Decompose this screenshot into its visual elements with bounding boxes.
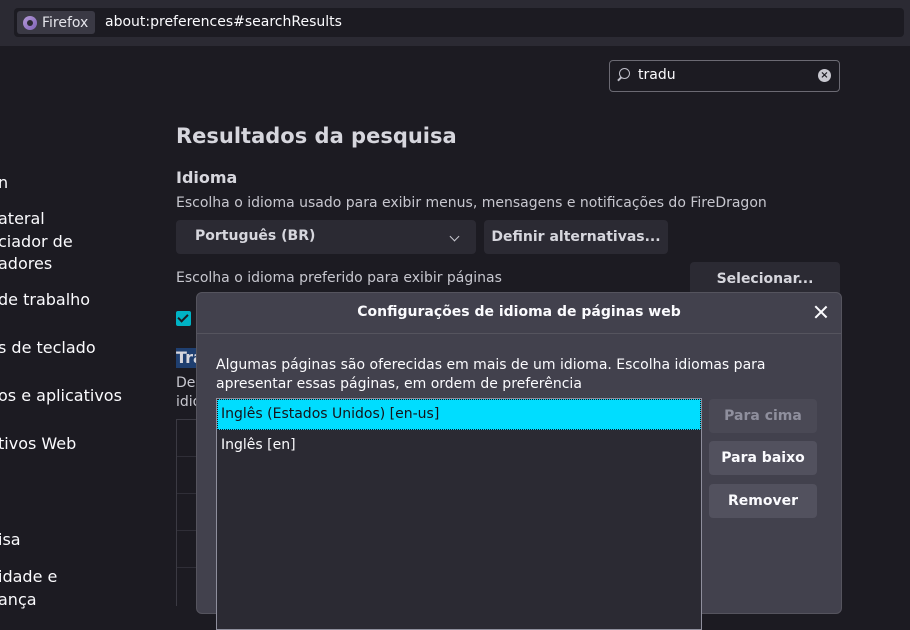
sidebar-item-workspaces[interactable]: de trabalho [0, 289, 90, 311]
sidebar-item-privacy[interactable]: idade e [0, 566, 57, 588]
checkbox-checked[interactable] [176, 311, 191, 326]
firefox-icon [23, 15, 37, 30]
set-alternatives-button[interactable]: Definir alternativas... [484, 220, 668, 254]
language-select-value: Português (BR) [195, 228, 316, 244]
clear-search-icon[interactable]: × [818, 69, 831, 82]
sidebar-item-tab-manager[interactable]: ciador de [0, 231, 73, 253]
sidebar-item-privacy-2[interactable]: ança [0, 589, 37, 611]
pages-language-description: Escolha o idioma preferido para exibir p… [176, 270, 502, 286]
dialog-description: Algumas páginas são oferecidas em mais d… [216, 357, 766, 392]
sidebar-item-keyboard-shortcuts[interactable]: s de teclado [0, 337, 96, 359]
dialog-title: Configurações de idioma de páginas web [357, 304, 681, 320]
remove-button[interactable]: Remover [709, 484, 817, 518]
page-title: Resultados da pesquisa [176, 124, 457, 148]
move-down-button[interactable]: Para baixo [709, 441, 817, 475]
url-field[interactable]: Firefox about:preferences#searchResults [14, 8, 904, 37]
sidebar-item-search[interactable]: isa [0, 529, 21, 551]
translation-desc-fragment-2: idio [176, 394, 196, 410]
identity-box[interactable]: Firefox [17, 11, 96, 34]
translation-desc-fragment-1: De [176, 375, 196, 391]
search-icon [619, 68, 630, 79]
close-icon[interactable] [813, 304, 829, 320]
sidebar-item-general[interactable]: n [0, 172, 8, 194]
move-up-button[interactable]: Para cima [709, 399, 817, 433]
list-item[interactable]: Inglês (Estados Unidos) [en-us] [217, 399, 701, 430]
sidebar-item-files-applications[interactable]: os e aplicativos [0, 385, 122, 407]
language-select[interactable]: Português (BR) [176, 220, 476, 254]
url-text[interactable]: about:preferences#searchResults [105, 14, 342, 30]
search-box[interactable]: × [609, 60, 840, 92]
select-languages-button[interactable]: Selecionar... [690, 262, 840, 296]
search-input[interactable] [638, 65, 808, 85]
web-page-language-dialog: Configurações de idioma de páginas web A… [196, 292, 842, 630]
url-bar: Firefox about:preferences#searchResults [0, 0, 910, 46]
translation-heading-fragment: Tra [176, 348, 198, 368]
sidebar-item-web-apps[interactable]: tivos Web [0, 433, 76, 455]
dialog-header: Configurações de idioma de páginas web [197, 293, 841, 334]
list-item[interactable]: Inglês [en] [217, 430, 701, 461]
sidebar: n ateral ciador de adores de trabalho s … [0, 46, 150, 609]
identity-label: Firefox [42, 14, 89, 31]
language-description: Escolha o idioma usado para exibir menus… [176, 195, 767, 211]
chevron-down-icon [449, 231, 460, 242]
sidebar-item-tab-manager-2[interactable]: adores [0, 253, 52, 275]
sidebar-item-side-panel[interactable]: ateral [0, 208, 45, 230]
language-listbox[interactable]: Inglês (Estados Unidos) [en-us] Inglês [… [216, 398, 702, 630]
section-title-language: Idioma [176, 168, 238, 187]
